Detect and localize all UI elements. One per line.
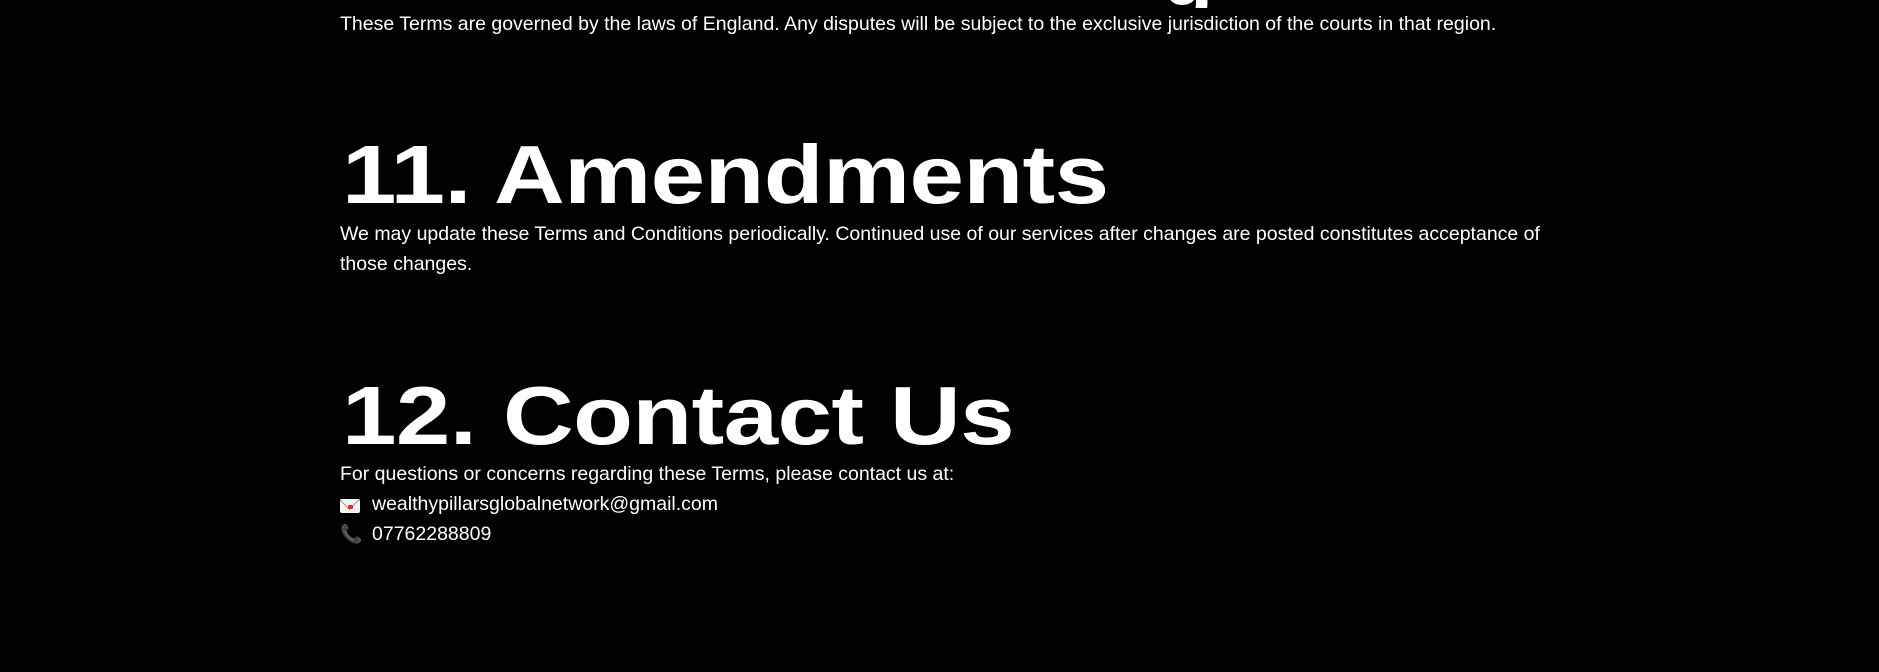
amendments-heading: 11. Amendments bbox=[342, 128, 1109, 221]
governing-law-text: These Terms are governed by the laws of … bbox=[340, 13, 1497, 35]
amendments-text: We may update these Terms and Conditions… bbox=[340, 223, 1540, 275]
governing-law-heading-fragment: g bbox=[1162, 0, 1213, 8]
envelope-icon bbox=[340, 499, 360, 513]
contact-email-line: wealthypillarsglobalnetwork@gmail.com bbox=[340, 489, 718, 519]
contact-phone[interactable]: 07762288809 bbox=[372, 519, 491, 549]
contact-intro-text: For questions or concerns regarding thes… bbox=[340, 463, 955, 485]
contact-heading: 12. Contact Us bbox=[342, 369, 1015, 462]
contact-email[interactable]: wealthypillarsglobalnetwork@gmail.com bbox=[372, 489, 718, 519]
phone-icon: 📞 bbox=[340, 524, 363, 544]
contact-phone-line: 📞 07762288809 bbox=[340, 519, 491, 549]
